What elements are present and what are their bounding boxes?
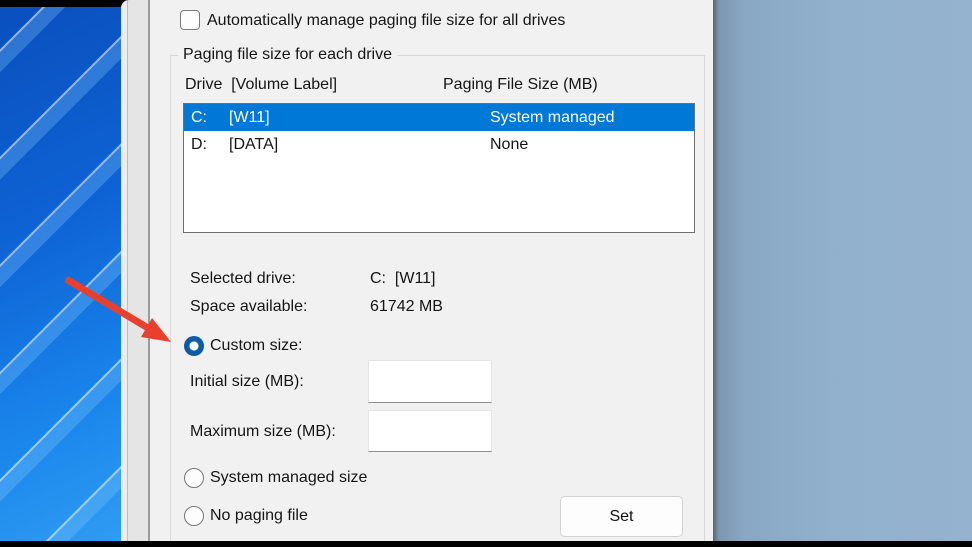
initial-size-input[interactable]: [368, 360, 492, 403]
maximum-size-input[interactable]: [368, 410, 492, 452]
screen: Automatically manage paging file size fo…: [0, 0, 972, 547]
virtual-memory-dialog: Automatically manage paging file size fo…: [150, 0, 713, 541]
space-available-label: Space available:: [190, 298, 307, 316]
selected-drive-value: C: [W11]: [370, 270, 436, 288]
paging-size-column-header: Paging File Size (MB): [443, 76, 598, 94]
no-paging-file-radio[interactable]: [184, 506, 204, 526]
no-paging-file-radio-label[interactable]: No paging file: [210, 507, 308, 525]
system-managed-size-radio-label[interactable]: System managed size: [210, 469, 367, 487]
drive-letter: C:: [191, 104, 207, 131]
desktop-background-right: [713, 0, 972, 541]
space-available-value: 61742 MB: [370, 298, 443, 316]
initial-size-label: Initial size (MB):: [190, 373, 304, 391]
volume-label: [DATA]: [229, 131, 278, 158]
drive-row-c[interactable]: C: [W11] System managed: [184, 104, 694, 131]
custom-size-radio-label[interactable]: Custom size:: [210, 337, 302, 355]
drive-column-header: Drive [Volume Label]: [185, 76, 337, 94]
drive-list[interactable]: C: [W11] System managed D: [DATA] None: [183, 103, 695, 233]
paging-file-size: None: [490, 131, 528, 158]
drive-row-d[interactable]: D: [DATA] None: [184, 131, 694, 158]
desktop-wallpaper: [0, 7, 121, 541]
auto-manage-checkbox[interactable]: [180, 10, 200, 30]
set-button[interactable]: Set: [560, 496, 683, 537]
auto-manage-checkbox-label[interactable]: Automatically manage paging file size fo…: [207, 10, 565, 31]
drive-letter: D:: [191, 131, 207, 158]
selected-drive-label: Selected drive:: [190, 270, 296, 288]
background-window-edge: [121, 0, 148, 541]
system-managed-size-radio[interactable]: [184, 468, 204, 488]
maximum-size-label: Maximum size (MB):: [190, 423, 336, 441]
paging-file-groupbox-title: Paging file size for each drive: [178, 45, 397, 65]
volume-label: [W11]: [229, 104, 270, 131]
custom-size-radio[interactable]: [184, 336, 204, 356]
paging-file-size: System managed: [490, 104, 615, 131]
